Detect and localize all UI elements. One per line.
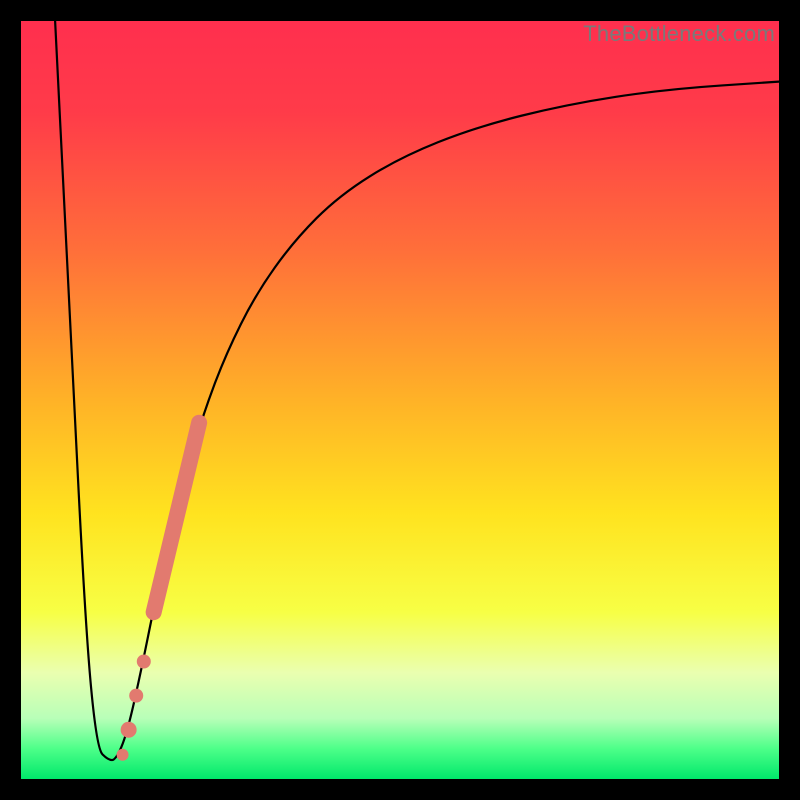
- dot-3: [121, 722, 137, 738]
- bottleneck-curve: [55, 21, 779, 760]
- highlight-segment: [154, 423, 199, 613]
- dot-2: [129, 689, 143, 703]
- chart-frame: TheBottleneck.com: [0, 0, 800, 800]
- dot-4: [117, 749, 129, 761]
- plot-area: TheBottleneck.com: [21, 21, 779, 779]
- dot-1: [137, 655, 151, 669]
- markers: [117, 423, 200, 761]
- chart-overlay: [21, 21, 779, 779]
